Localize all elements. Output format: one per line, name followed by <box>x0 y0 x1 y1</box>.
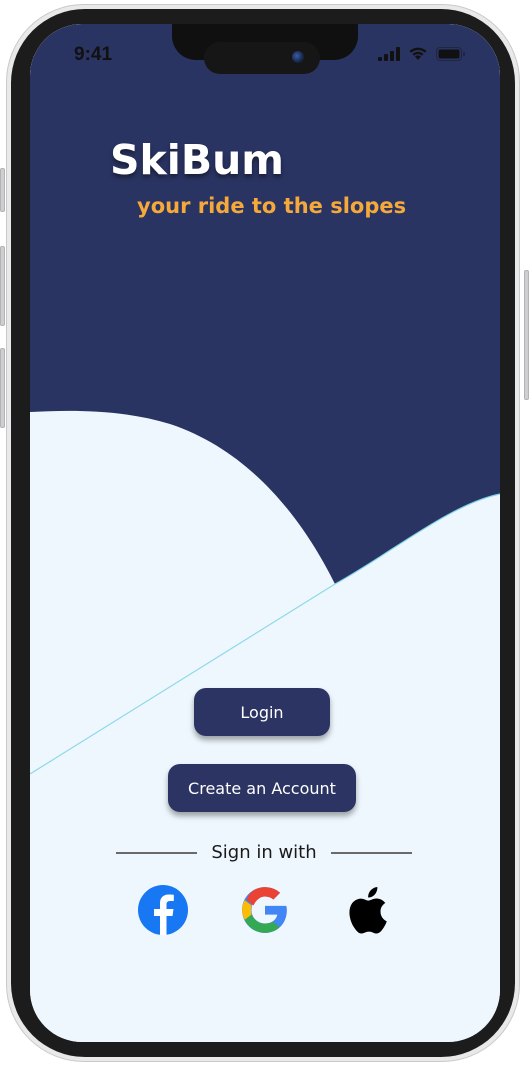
login-button[interactable]: Login <box>194 688 330 736</box>
google-icon <box>242 887 287 933</box>
create-account-button[interactable]: Create an Account <box>168 764 356 812</box>
app-tagline: your ride to the slopes <box>137 194 407 218</box>
google-signin-button[interactable] <box>239 884 291 936</box>
signal-icon <box>378 46 400 61</box>
facebook-icon <box>138 885 188 935</box>
divider-line-right <box>330 851 412 854</box>
battery-icon <box>436 46 465 61</box>
status-icons <box>378 46 466 61</box>
front-camera <box>292 51 304 63</box>
power-button <box>524 270 529 400</box>
status-time: 9:41 <box>74 44 113 65</box>
apple-icon <box>349 887 387 934</box>
volume-down-button <box>0 348 5 428</box>
volume-up-button <box>0 246 5 326</box>
app-title: SkiBum <box>110 136 285 184</box>
wifi-icon <box>409 47 427 60</box>
app-screen: 9:41 SkiBum your ride to the slopes Logi… <box>30 24 500 1042</box>
sign-in-with-label: Sign in with <box>211 842 317 863</box>
silent-switch <box>0 168 5 212</box>
apple-signin-button[interactable] <box>340 884 392 936</box>
divider-line-left <box>116 851 198 854</box>
facebook-signin-button[interactable] <box>137 884 189 936</box>
sign-in-divider: Sign in with <box>116 842 412 863</box>
